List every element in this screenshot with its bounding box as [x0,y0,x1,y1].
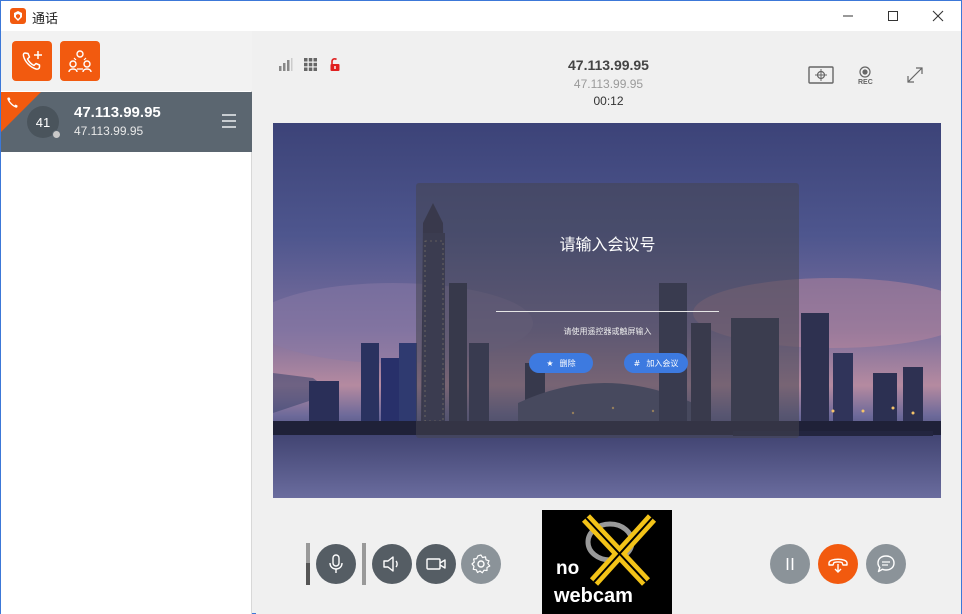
call-list-item[interactable]: 41 47.113.99.95 47.113.99.95 [1,92,252,152]
webcam-text: webcam [554,585,633,607]
video-camera-icon [426,558,446,570]
minimize-button[interactable] [825,1,871,31]
call-item-address: 47.113.99.95 [74,124,144,138]
call-duration: 00:12 [593,94,624,108]
join-button-label: 加入会议 [646,358,679,368]
status-dot [52,130,61,139]
screen-share-icon [808,66,834,84]
minimize-icon [843,15,853,17]
delete-button-label: 删除 [559,358,576,368]
hamburger-menu-icon[interactable] [221,112,237,130]
expand-icon [907,67,923,83]
record-label: REC [858,79,873,86]
conference-number-dialog: 请输入会议号 请使用遥控器或触屏输入 ★ 删除 # 加入会议 [416,183,799,438]
screen-share-button[interactable] [808,66,834,92]
microphone-icon [329,554,343,573]
pause-icon [786,558,794,570]
dialpad-icon[interactable] [303,57,318,72]
add-call-button[interactable] [12,41,52,81]
phone-plus-icon [22,51,42,70]
maximize-button[interactable] [870,1,916,31]
delete-button[interactable]: ★ 删除 [529,353,593,373]
title-bar: 通话 [1,1,961,31]
fullscreen-button[interactable] [906,66,924,92]
dialog-title: 请输入会议号 [559,235,656,254]
app-logo-icon [10,8,26,24]
maximize-icon [888,11,898,21]
speaker-button[interactable] [372,544,412,584]
remote-party-name: 47.113.99.95 [568,57,649,73]
record-button[interactable]: REC [858,66,873,92]
call-item-name: 47.113.99.95 [74,104,161,121]
group-conference-icon [68,50,92,73]
conference-button[interactable] [60,41,100,81]
conference-number-input[interactable] [496,311,719,312]
unlocked-icon[interactable] [328,57,343,72]
chat-icon [877,555,895,573]
call-view: 47.113.99.95 47.113.99.95 00:12 REC 请输入会… [256,31,961,614]
remote-party-address: 47.113.99.95 [573,77,644,91]
close-icon [932,10,944,22]
mic-volume-level [306,563,310,585]
call-list-toolbar [1,31,252,91]
chat-button[interactable] [866,544,906,584]
call-window: 通话 41 47.113.99.95 47.113.99.95 47.113.9… [0,0,962,614]
settings-button[interactable] [461,544,501,584]
status-icons [278,57,343,72]
speaker-icon [383,556,398,572]
close-button[interactable] [915,1,961,31]
remote-video: 请输入会议号 请使用遥控器或触屏输入 ★ 删除 # 加入会议 [273,123,941,498]
self-view-video: no webcam [542,510,672,614]
star-icon: ★ [546,358,554,368]
phone-icon [7,97,18,108]
microphone-button[interactable] [316,544,356,584]
call-list-panel: 41 47.113.99.95 47.113.99.95 [1,31,252,614]
gear-icon [471,554,491,574]
join-conference-button[interactable]: # 加入会议 [624,353,688,373]
no-webcam-text: no [556,558,580,579]
dialog-hint: 请使用遥控器或触屏输入 [563,327,652,336]
hangup-button[interactable] [818,544,858,584]
speaker-volume-slider[interactable] [362,543,366,585]
hangup-icon [828,558,848,573]
signal-strength-icon[interactable] [278,57,293,72]
camera-button[interactable] [416,544,456,584]
record-icon [859,66,871,78]
hash-icon: # [633,358,641,368]
window-title: 通话 [32,12,59,27]
hold-button[interactable] [770,544,810,584]
